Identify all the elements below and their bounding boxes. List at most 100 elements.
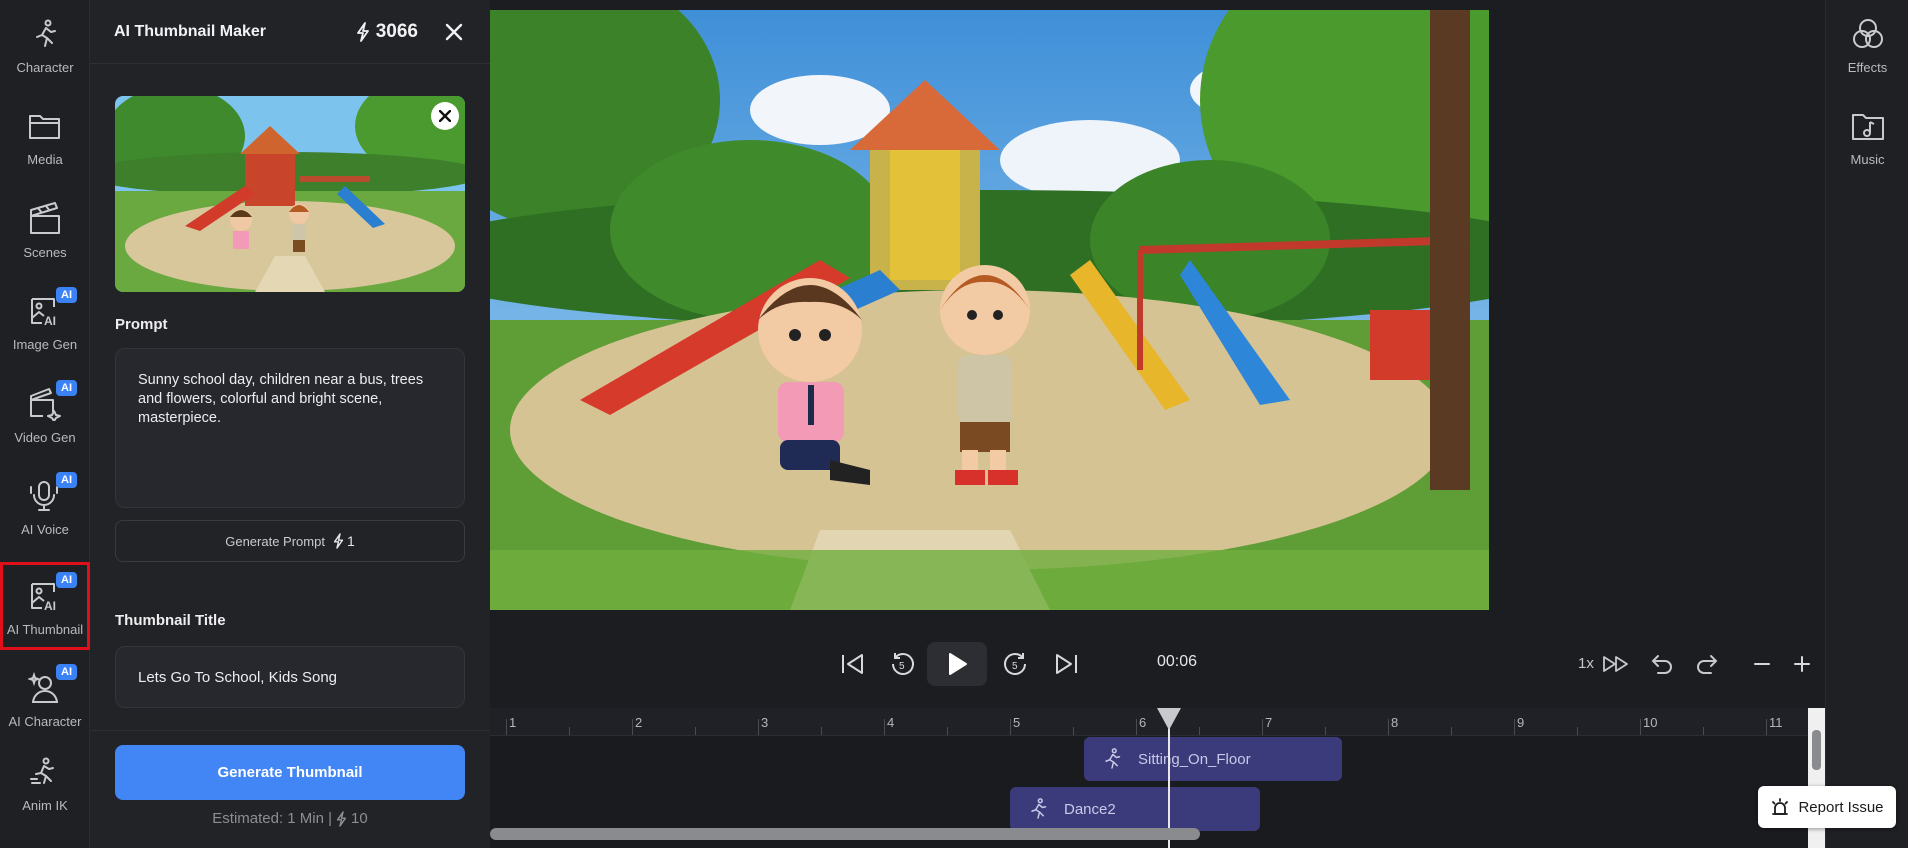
ruler-tick-label: 2 [635, 715, 643, 730]
ruler-tick-label: 7 [1265, 715, 1273, 730]
skip-to-end-button[interactable] [1048, 642, 1084, 686]
running-figure-icon [1105, 748, 1121, 769]
rail-item-ai-character[interactable]: AI AI Character [0, 654, 90, 740]
zoom-in-button[interactable] [1788, 642, 1816, 686]
rail-item-label: Character [16, 60, 74, 75]
redo-button[interactable] [1692, 642, 1724, 686]
folder-icon [25, 106, 65, 146]
ai-badge: AI [56, 472, 77, 488]
timeline[interactable]: 1 2 3 4 5 6 7 8 9 10 11 Sitting_On_Floor… [490, 708, 1825, 848]
clapperboard-icon [25, 199, 65, 239]
playback-speed[interactable]: 1x [1578, 655, 1594, 672]
rail-item-anim-ik[interactable]: Anim IK [0, 738, 90, 824]
thumbnail-title-input[interactable] [115, 646, 465, 708]
rail-item-music[interactable]: Music [1826, 92, 1908, 178]
cost-value: 1 [346, 533, 355, 549]
estimate-text: Estimated: 1 Min | 10 [115, 810, 465, 827]
rail-item-label: Effects [1847, 60, 1888, 75]
ruler-minor-tick [695, 727, 696, 735]
ai-badge: AI [56, 380, 77, 396]
microphone-icon: AI [25, 472, 77, 516]
ruler-tick-label: 10 [1643, 715, 1658, 730]
timeline-clip-dance2[interactable]: Dance2 [1010, 787, 1260, 831]
video-ai-icon: AI [25, 380, 77, 424]
rail-item-label: Image Gen [12, 337, 78, 352]
image-ai-icon: AI AI [25, 287, 77, 331]
player-controls: 5 5 00:06 1x [490, 620, 1825, 708]
ruler-tick-label: 4 [887, 715, 895, 730]
generate-prompt-label: Generate Prompt [225, 533, 325, 549]
lightning-icon [356, 21, 369, 42]
skip-to-start-button[interactable] [835, 642, 871, 686]
fast-forward-icon [1603, 656, 1628, 672]
rail-item-effects[interactable]: Effects [1826, 0, 1908, 86]
play-button[interactable] [927, 642, 987, 686]
estimate-cost: 10 [351, 810, 368, 827]
rail-item-character[interactable]: Character [0, 0, 90, 86]
close-icon [445, 23, 463, 40]
rail-item-media[interactable]: Media [0, 92, 90, 178]
ruler-minor-tick [1451, 727, 1452, 735]
ruler-tick [1136, 719, 1137, 735]
rewind-5-button[interactable]: 5 [885, 642, 921, 686]
prompt-textarea[interactable]: Sunny school day, children near a bus, t… [115, 348, 465, 508]
bug-alert-icon [1772, 798, 1789, 815]
playhead-handle[interactable] [1157, 708, 1181, 730]
ruler-tick-label: 8 [1391, 715, 1399, 730]
timeline-clip-sitting-on-floor[interactable]: Sitting_On_Floor [1084, 737, 1342, 781]
zoom-out-button[interactable] [1748, 642, 1776, 686]
remove-thumbnail-button[interactable] [431, 102, 459, 130]
music-folder-icon [1848, 106, 1888, 146]
thumbnail-ai-icon: AI AI [25, 572, 77, 616]
rail-item-ai-thumbnail[interactable]: AI AI AI Thumbnail [0, 562, 90, 650]
ruler-tick [1640, 719, 1641, 735]
scene-preview[interactable] [490, 10, 1489, 610]
ruler-tick [1514, 719, 1515, 735]
skip-start-icon [842, 654, 863, 674]
timeline-vertical-scroll-thumb[interactable] [1812, 730, 1821, 770]
estimate-label: Estimated: 1 Min | [212, 810, 333, 827]
rail-item-video-gen[interactable]: AI Video Gen [0, 370, 90, 456]
forward-5-button[interactable]: 5 [997, 642, 1033, 686]
rail-item-image-gen[interactable]: AI AI Image Gen [0, 277, 90, 363]
fast-forward-button[interactable] [1600, 642, 1632, 686]
generate-prompt-cost: 1 [333, 533, 355, 549]
rail-item-label: AI Voice [21, 522, 69, 537]
ruler-tick [1766, 719, 1767, 735]
rail-item-label: Video Gen [14, 430, 76, 445]
panel-title: AI Thumbnail Maker [114, 22, 267, 40]
rail-item-scenes[interactable]: Scenes [0, 185, 90, 271]
panel-header: AI Thumbnail Maker 3066 [90, 0, 490, 64]
ruler-tick [884, 719, 885, 735]
left-tool-rail: Character Media Scenes AI AI Image Gen A… [0, 0, 90, 848]
ruler-tick [1388, 719, 1389, 735]
generate-prompt-button[interactable]: Generate Prompt 1 [115, 520, 465, 562]
ai-thumbnail-panel: AI Thumbnail Maker 3066 Prompt Sunny sch… [90, 0, 490, 848]
credits-counter: 3066 [356, 21, 418, 43]
generate-thumbnail-button[interactable]: Generate Thumbnail [115, 745, 465, 800]
ruler-tick [758, 719, 759, 735]
ruler-tick-label: 6 [1139, 715, 1147, 730]
thumbnail-preview-image [115, 96, 465, 292]
timeline-horizontal-scrollbar[interactable] [490, 828, 1200, 840]
ruler-tick-label: 11 [1769, 715, 1783, 730]
rewind-5-icon: 5 [892, 653, 914, 675]
report-issue-button[interactable]: Report Issue [1758, 786, 1896, 828]
svg-text:5: 5 [899, 661, 905, 672]
rail-item-label: AI Thumbnail [6, 622, 84, 637]
credits-value: 3066 [375, 20, 418, 42]
ruler-minor-tick [1703, 727, 1704, 735]
clip-label: Sitting_On_Floor [1138, 750, 1251, 768]
ruler-tick-label: 5 [1013, 715, 1021, 730]
undo-button[interactable] [1645, 642, 1677, 686]
ruler-minor-tick [821, 727, 822, 735]
timecode: 00:06 [1157, 653, 1198, 670]
rail-item-ai-voice[interactable]: AI AI Voice [0, 462, 90, 548]
running-figure-icon [25, 14, 65, 54]
ai-badge: AI [56, 664, 77, 680]
lightning-icon [333, 533, 344, 549]
ruler-tick [1262, 719, 1263, 735]
close-panel-button[interactable] [442, 20, 466, 44]
person-sparkle-icon: AI [25, 664, 77, 708]
running-figure-icon [1031, 798, 1047, 819]
